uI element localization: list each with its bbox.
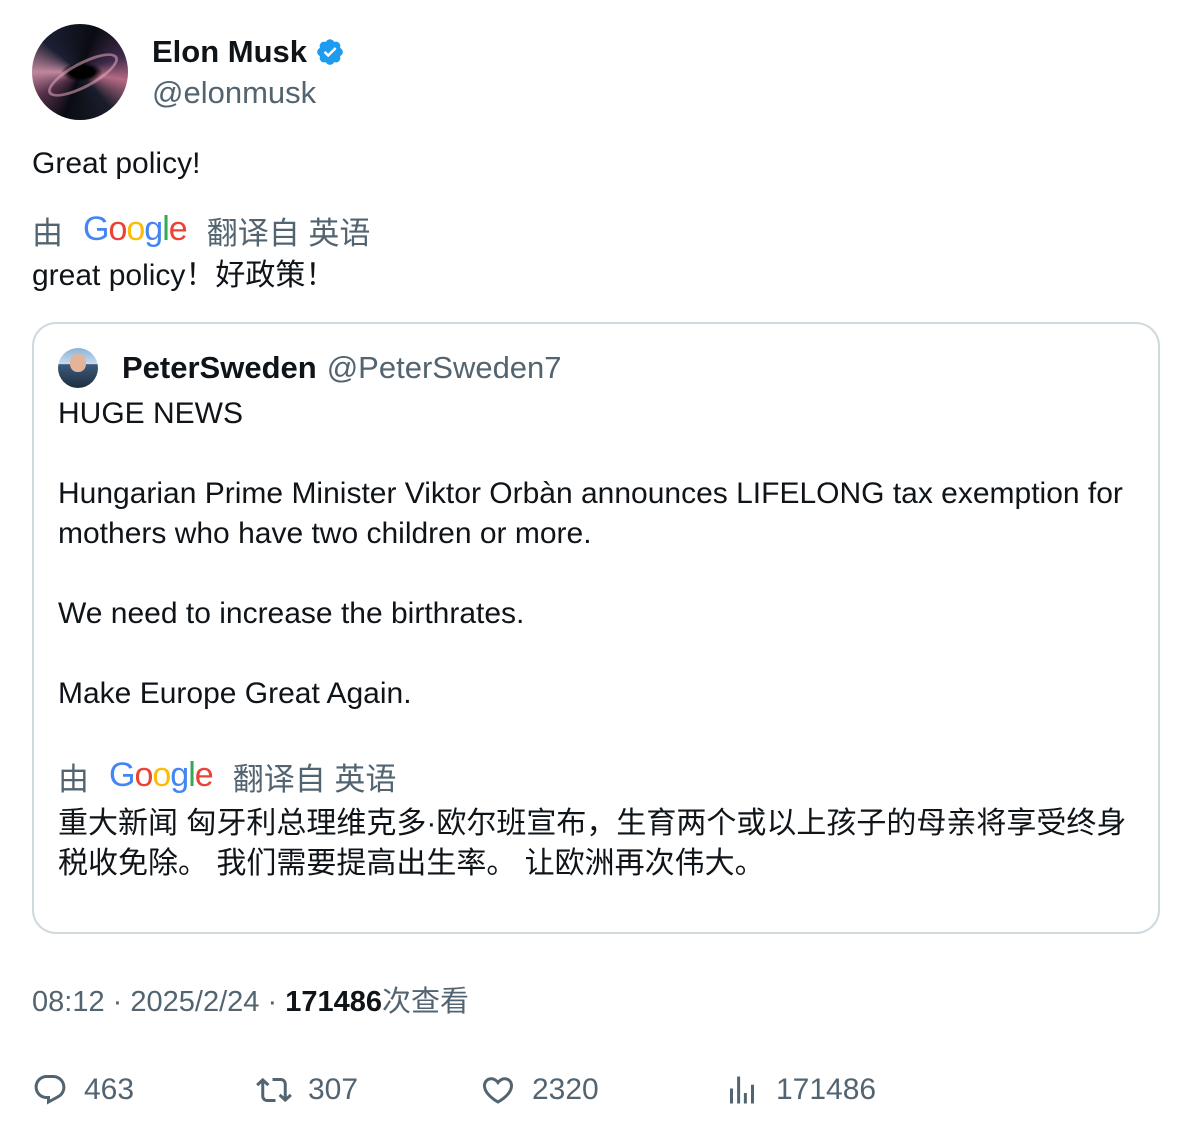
quoted-text-line: HUGE NEWS xyxy=(58,397,244,430)
quoted-tweet[interactable]: PeterSweden @PeterSweden7 HUGE NEWS Hung… xyxy=(32,322,1160,934)
translate-suffix: 翻译自 英语 xyxy=(206,215,371,251)
views-label: 次查看 xyxy=(381,986,469,1018)
heart-icon xyxy=(482,1077,514,1104)
quoted-text-line: Hungarian Prime Minister Viktor Orbàn an… xyxy=(58,477,1123,550)
author-avatar[interactable] xyxy=(32,24,128,120)
retweet-button[interactable]: 307 xyxy=(256,1068,358,1112)
quoted-author-name: PeterSweden xyxy=(122,350,317,385)
retweet-icon xyxy=(256,1077,292,1103)
google-logo-icon: Google xyxy=(109,755,214,794)
tweet-actions: 463 307 2320 171486 xyxy=(32,1068,1164,1112)
views-chart-icon xyxy=(730,1076,754,1104)
reply-button[interactable]: 463 xyxy=(32,1068,134,1112)
reply-count: 463 xyxy=(84,1073,135,1106)
views-count-action: 171486 xyxy=(776,1073,877,1106)
translated-text: great policy！好政策！ xyxy=(32,259,336,292)
author-handle[interactable]: @elonmusk xyxy=(152,75,345,111)
translate-prefix: 由 xyxy=(58,761,89,797)
google-logo-icon: Google xyxy=(83,209,188,248)
tweet-date[interactable]: 2025/2/24 xyxy=(130,986,259,1018)
tweet-author: Elon Musk @elonmusk xyxy=(32,24,1164,120)
author-display-name[interactable]: Elon Musk xyxy=(152,34,307,70)
quoted-translation-attribution: 由 Google 翻译自 英语 xyxy=(58,755,397,797)
quoted-author-avatar xyxy=(58,348,98,388)
author-name-row: Elon Musk xyxy=(152,33,345,71)
tweet-meta: 08:12 · 2025/2/24 · 171486次查看 xyxy=(32,984,469,1020)
quoted-translated-text: 重大新闻 匈牙利总理维克多·欧尔班宣布，生育两个或以上孩子的母亲将享受终身税收免… xyxy=(58,807,1127,880)
quoted-text-line: Make Europe Great Again. xyxy=(58,677,412,710)
quoted-tweet-header: PeterSweden @PeterSweden7 xyxy=(58,346,562,390)
meta-separator: · xyxy=(267,986,278,1018)
translation-attribution: 由 Google 翻译自 英语 xyxy=(32,209,1164,251)
quoted-tweet-text: HUGE NEWS Hungarian Prime Minister Vikto… xyxy=(58,394,1138,714)
translate-prefix: 由 xyxy=(32,215,63,251)
reply-icon xyxy=(34,1075,66,1105)
like-button[interactable]: 2320 xyxy=(480,1068,599,1112)
quoted-text-line: We need to increase the birthrates. xyxy=(58,597,525,630)
meta-separator: · xyxy=(112,986,123,1018)
views-button[interactable]: 171486 xyxy=(724,1068,876,1112)
tweet: Elon Musk @elonmusk Great policy! 由 Goog… xyxy=(32,24,1164,294)
like-count: 2320 xyxy=(532,1073,599,1106)
tweet-text: Great policy! xyxy=(32,147,201,180)
verified-badge-icon xyxy=(317,39,343,65)
tweet-time[interactable]: 08:12 xyxy=(32,986,105,1018)
translate-suffix: 翻译自 英语 xyxy=(232,761,397,797)
retweet-count: 307 xyxy=(308,1073,359,1106)
quoted-author-handle: @PeterSweden7 xyxy=(326,350,562,385)
views-count: 171486 xyxy=(285,986,382,1018)
author-meta: Elon Musk @elonmusk xyxy=(152,33,345,111)
